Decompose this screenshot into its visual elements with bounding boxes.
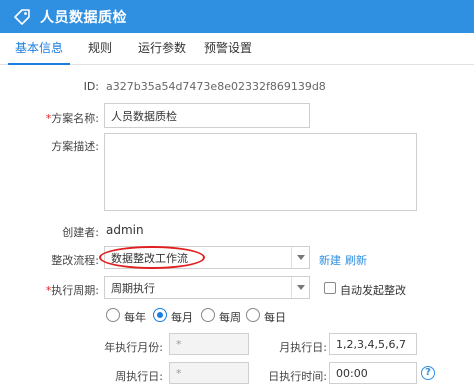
tab-basic-info[interactable]: 基本信息 [8, 33, 70, 65]
title-bar: 人员数据质检 [0, 0, 474, 33]
day-of-month-value: 1,2,3,4,5,6,7 [336, 337, 406, 351]
run-time-input[interactable]: 00:00 [329, 362, 417, 384]
month-label: 年执行月份: [104, 341, 163, 354]
window-title: 人员数据质检 [40, 9, 127, 26]
month-value: * [176, 337, 182, 351]
tag-icon [14, 8, 30, 25]
creator-label: 创建者: [62, 226, 99, 239]
tab-run-params[interactable]: 运行参数 [138, 33, 186, 65]
day-of-month-label: 月执行日: [279, 341, 327, 354]
scheme-desc-textarea[interactable] [104, 133, 417, 211]
scheme-name-value: 人员数据质检 [111, 109, 177, 123]
radio-yearly-label: 每年 [124, 311, 146, 324]
radio-daily[interactable] [246, 308, 260, 322]
radio-monthly[interactable] [153, 308, 167, 322]
radio-weekly-label: 每周 [219, 311, 241, 324]
tab-rules[interactable]: 规则 [88, 33, 112, 65]
process-new-link[interactable]: 新建 [319, 252, 341, 268]
process-select[interactable]: 数据整改工作流 [104, 246, 310, 269]
radio-weekly[interactable] [201, 308, 215, 322]
week-day-label: 周执行日: [115, 370, 163, 383]
radio-yearly[interactable] [106, 308, 120, 322]
radio-daily-label: 每日 [264, 311, 286, 324]
auto-rectify-checkbox[interactable] [324, 282, 336, 294]
process-select-value: 数据整改工作流 [111, 251, 188, 265]
scheme-name-input[interactable]: 人员数据质检 [104, 103, 310, 128]
help-icon[interactable]: ? [421, 366, 435, 380]
scheme-name-label: *方案名称: [45, 112, 99, 125]
cycle-label: *执行周期: [45, 284, 99, 297]
run-time-label: 日执行时间: [268, 370, 327, 383]
tab-alert-settings[interactable]: 预警设置 [204, 33, 252, 65]
id-label: ID: [83, 80, 99, 93]
run-time-value: 00:00 [336, 366, 368, 380]
cycle-select-value: 周期执行 [111, 281, 155, 295]
scheme-desc-label: 方案描述: [51, 140, 99, 153]
process-refresh-link[interactable]: 刷新 [345, 252, 367, 268]
process-label: 整改流程: [51, 254, 99, 267]
radio-monthly-label: 每月 [171, 311, 193, 324]
creator-value: admin [106, 223, 144, 237]
chevron-down-icon [291, 247, 309, 268]
tab-bar: 基本信息 规则 运行参数 预警设置 [0, 33, 474, 65]
chevron-down-icon [291, 277, 309, 298]
id-value: a327b35a54d7473e8e02332f869139d8 [106, 80, 326, 93]
week-day-value: * [176, 366, 182, 380]
cycle-select[interactable]: 周期执行 [104, 276, 310, 299]
day-of-month-input[interactable]: 1,2,3,4,5,6,7 [329, 333, 417, 355]
auto-rectify-label: 自动发起整改 [340, 284, 406, 297]
